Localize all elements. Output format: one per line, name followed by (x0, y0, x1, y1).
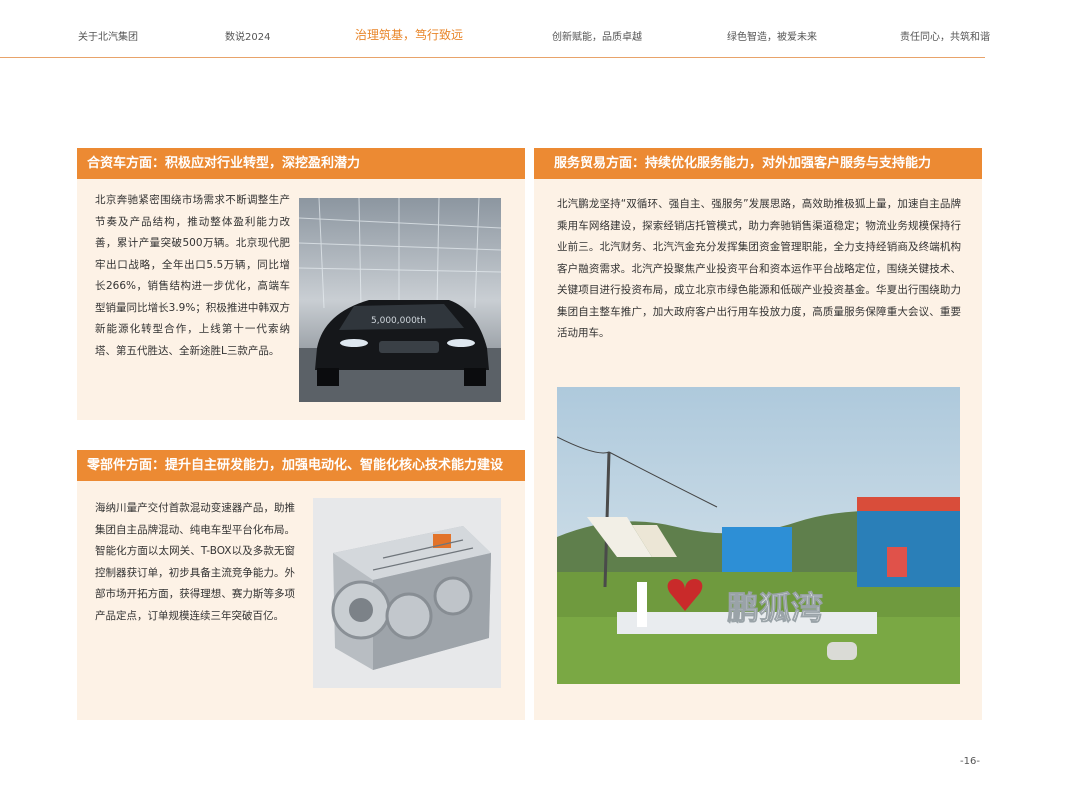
park-event-photo: 鹏狐湾 (557, 387, 960, 684)
transmission-photo (313, 498, 501, 688)
service-section-title: 服务贸易方面：持续优化服务能力，对外加强客户服务与支持能力 (534, 148, 982, 179)
car-badge-text: 5,000,000th (371, 316, 426, 326)
jv-section-title: 合资车方面：积极应对行业转型，深挖盈利潜力 (77, 148, 525, 179)
jv-section-body: 北京奔驰紧密围绕市场需求不断调整生产节奏及产品结构，推动整体盈利能力改善，累计产… (95, 194, 290, 357)
nav-item-responsibility[interactable]: 责任同心，共筑和谐 (900, 28, 990, 43)
parts-section-body: 海纳川量产交付首款混动变速器产品，助推集团自主品牌混动、纯电车型平台化布局。智能… (95, 502, 295, 622)
parts-section-title: 零部件方面：提升自主研发能力，加强电动化、智能化核心技术能力建设 (77, 450, 525, 481)
page-number: -16- (960, 756, 980, 767)
nav-item-innovation[interactable]: 创新赋能，品质卓越 (552, 28, 642, 43)
car-factory-photo: 5,000,000th (299, 198, 501, 402)
top-navigation: 关于北汽集团 数说2024 治理筑基，笃行致远 创新赋能，品质卓越 绿色智造，被… (0, 0, 990, 58)
nav-item-governance[interactable]: 治理筑基，笃行致远 (355, 26, 463, 43)
park-sign-text: 鹏狐湾 (727, 589, 823, 627)
nav-item-green[interactable]: 绿色智造，被爱未来 (727, 28, 817, 43)
nav-item-about[interactable]: 关于北汽集团 (78, 28, 138, 43)
service-section-body: 北汽鹏龙坚持“双循环、强自主、强服务”发展思路，高效助推极狐上量，加速自主品牌乘… (557, 198, 961, 339)
nav-item-data-2024[interactable]: 数说2024 (225, 28, 270, 43)
